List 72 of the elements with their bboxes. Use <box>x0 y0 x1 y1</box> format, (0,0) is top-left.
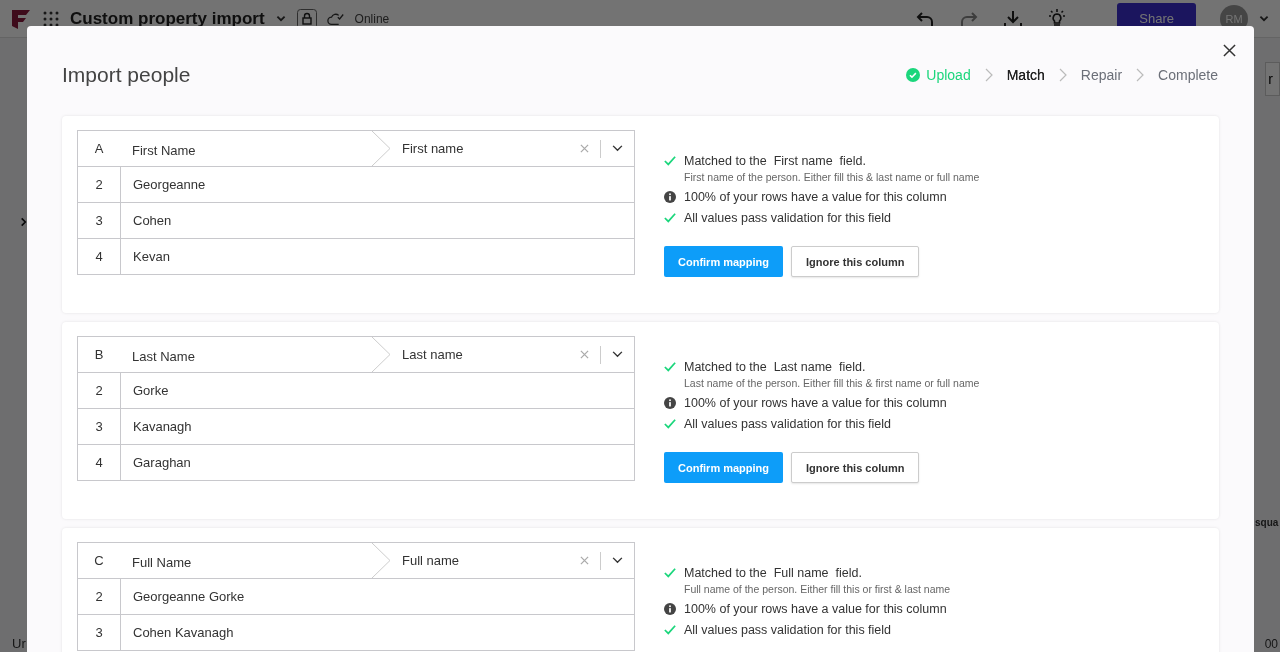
grid-icon[interactable] <box>42 10 60 27</box>
dialog-title: Import people <box>62 63 192 87</box>
check-circle-icon <box>906 68 921 82</box>
field-select[interactable]: First name <box>372 131 634 166</box>
logo-icon <box>10 7 32 30</box>
note-text: All values pass validation for this field <box>684 623 892 637</box>
info-icon <box>664 603 676 615</box>
table-cell-text: Cohen Kavanagh <box>132 625 234 640</box>
column-header: Full Name <box>131 554 193 570</box>
table-cell-text: Gorke <box>132 383 169 398</box>
row-number: 2 <box>78 579 121 614</box>
note-text: All values pass validation for this field <box>684 417 892 431</box>
check-icon <box>664 212 676 224</box>
row-number: 4 <box>78 445 121 480</box>
note-text: 100% of your rows have a value for this column <box>684 396 947 410</box>
field-select[interactable]: Full name <box>372 543 634 578</box>
footer-text: 00 <box>1264 637 1278 651</box>
check-icon <box>664 418 676 430</box>
lightbulb-icon[interactable] <box>1047 8 1068 29</box>
column-letter: A <box>93 140 105 158</box>
info-icon <box>664 191 676 203</box>
step-tab[interactable]: Complete <box>1158 67 1218 83</box>
column-header: First Name <box>131 142 197 158</box>
row-number: 3 <box>78 409 121 444</box>
step-tab[interactable]: Repair <box>1080 67 1123 83</box>
table-cell-text: Georgeanne <box>132 177 206 192</box>
check-icon <box>664 361 676 373</box>
note-text: 100% of your rows have a value for this column <box>684 190 947 204</box>
row-number: 3 <box>78 203 121 238</box>
table-cell-text: Kevan <box>132 249 170 264</box>
row-number: 4 <box>78 239 121 274</box>
chevron-down-icon[interactable] <box>612 145 623 152</box>
note-text: 100% of your rows have a value for this column <box>684 602 947 616</box>
footer-text: Ur <box>12 636 26 651</box>
row-number: 3 <box>78 615 121 650</box>
note-text: All values pass validation for this field <box>684 211 892 225</box>
toolbar-button[interactable]: r <box>1265 62 1280 96</box>
note-text: Matched to the Full name field. <box>684 566 863 580</box>
field-description: First name of the person. Either fill this & last name or full name <box>684 171 980 183</box>
column-letter: B <box>93 346 105 364</box>
confirm-mapping-button[interactable]: Confirm mapping <box>664 246 784 277</box>
status-text: Online <box>354 11 390 26</box>
column-letter: C <box>93 552 105 570</box>
row-number: 2 <box>78 167 121 202</box>
column-heading: squa <box>1255 517 1279 528</box>
chevron-right-icon[interactable] <box>19 216 28 228</box>
note-text: Matched to the First name field. <box>684 154 868 168</box>
field-description: Last name of the person. Either fill this & first name or full name <box>684 377 980 389</box>
table-cell-text: Garaghan <box>132 455 191 470</box>
confirm-mapping-button[interactable]: Confirm mapping <box>664 452 784 483</box>
ignore-column-button[interactable]: Ignore this column <box>791 452 920 483</box>
chevron-down-icon[interactable] <box>612 557 623 564</box>
field-description: Full name of the person. Either fill this or first & last name <box>684 583 951 595</box>
table-cell-text: Georgeanne Gorke <box>132 589 245 604</box>
chevron-right-icon <box>1058 68 1067 82</box>
document-title[interactable]: Custom property import <box>70 8 265 29</box>
check-icon <box>664 567 676 579</box>
info-icon <box>664 397 676 409</box>
check-icon <box>664 155 676 167</box>
step-tab[interactable]: Match <box>1006 67 1045 83</box>
ignore-column-button[interactable]: Ignore this column <box>791 246 920 277</box>
chevron-right-icon <box>984 68 993 82</box>
column-header: Last Name <box>131 348 196 364</box>
close-icon[interactable] <box>1223 44 1236 57</box>
chevron-right-icon <box>1136 68 1145 82</box>
table-cell-text: Cohen <box>132 213 172 228</box>
chevron-down-icon[interactable] <box>612 351 623 358</box>
table-cell-text: Kavanagh <box>132 419 192 434</box>
note-text: Matched to the Last name field. <box>684 360 867 374</box>
row-number: 2 <box>78 373 121 408</box>
check-icon <box>664 624 676 636</box>
field-select[interactable]: Last name <box>372 337 634 372</box>
